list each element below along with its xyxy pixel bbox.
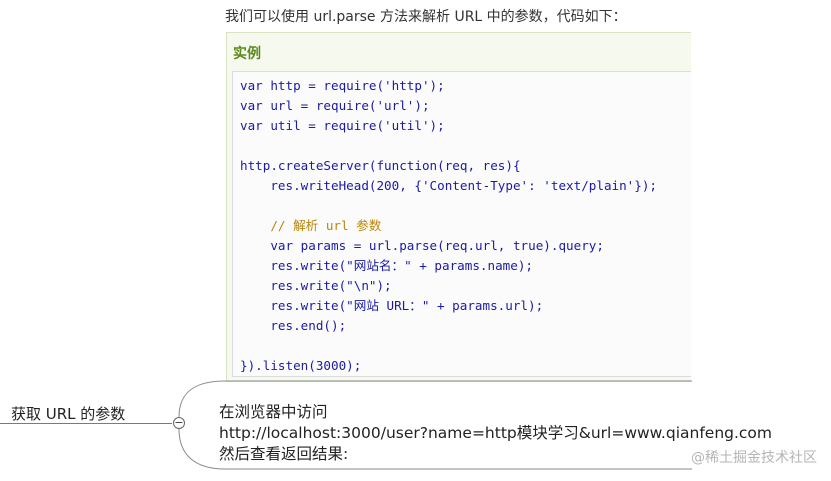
mindmap-topic: 获取 URL 的参数	[11, 405, 126, 423]
collapse-toggle-button[interactable]: −	[173, 417, 185, 429]
note-line: 然后查看返回结果:	[219, 445, 349, 463]
note-line-url: http://localhost:3000/user?name=http模块学习…	[219, 424, 773, 442]
mindmap-note: 在浏览器中访问 http://localhost:3000/user?name=…	[219, 402, 772, 465]
watermark: @稀土掘金技术社区	[691, 450, 817, 466]
note-line: 在浏览器中访问	[219, 403, 328, 421]
